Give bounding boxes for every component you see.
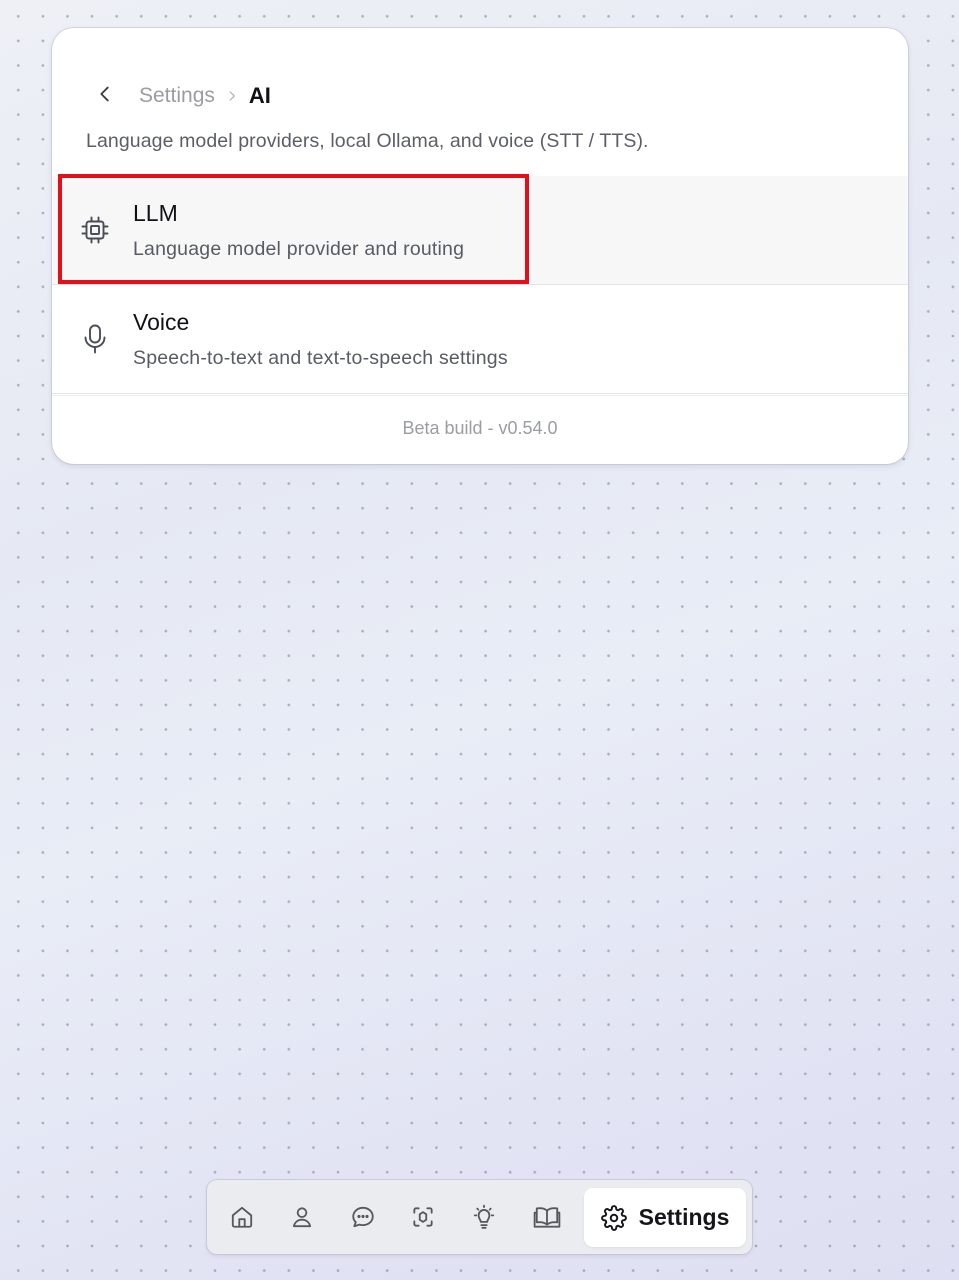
build-version: Beta build - v0.54.0	[402, 418, 558, 438]
chat-bubble-icon	[352, 1206, 374, 1228]
nav-settings-button[interactable]: Settings	[584, 1188, 746, 1247]
microphone-icon	[80, 324, 110, 354]
settings-card: Settings AI Language model providers, lo…	[52, 28, 908, 464]
page-title: AI	[248, 83, 271, 108]
home-icon	[231, 1206, 253, 1228]
list-item-subtitle: Language model provider and routing	[133, 238, 465, 260]
list-item-title: LLM	[133, 200, 178, 226]
breadcrumb-settings-link[interactable]: Settings	[139, 84, 215, 108]
nav-scan-button[interactable]	[403, 1197, 443, 1237]
breadcrumb: Settings AI	[139, 82, 271, 110]
lightbulb-icon	[473, 1204, 495, 1229]
list-item-title: Voice	[133, 309, 190, 335]
chevron-right-icon	[225, 89, 239, 103]
gear-icon	[600, 1204, 627, 1231]
settings-list: LLM Language model provider and routing …	[52, 174, 908, 394]
nav-profile-button[interactable]	[282, 1197, 322, 1237]
selection-highlight	[58, 174, 529, 284]
person-icon	[292, 1207, 312, 1228]
scan-focus-icon	[413, 1207, 433, 1227]
back-button[interactable]	[90, 79, 120, 109]
nav-ideas-button[interactable]	[464, 1197, 504, 1237]
cpu-chip-icon	[80, 215, 110, 245]
footer: Beta build - v0.54.0	[52, 395, 908, 464]
header: Settings AI	[52, 28, 908, 138]
chevron-left-icon	[100, 86, 109, 102]
page-description: Language model providers, local Ollama, …	[86, 130, 649, 152]
nav-home-button[interactable]	[222, 1197, 262, 1237]
open-book-icon	[533, 1207, 561, 1228]
nav-chat-button[interactable]	[343, 1197, 383, 1237]
list-item-llm[interactable]: LLM Language model provider and routing	[52, 174, 908, 285]
nav-settings-label: Settings	[638, 1204, 730, 1230]
bottom-nav: Settings	[207, 1180, 752, 1254]
list-item-voice[interactable]: Voice Speech-to-text and text-to-speech …	[52, 285, 908, 394]
list-item-subtitle: Speech-to-text and text-to-speech settin…	[133, 347, 508, 369]
nav-library-button[interactable]	[527, 1197, 567, 1237]
